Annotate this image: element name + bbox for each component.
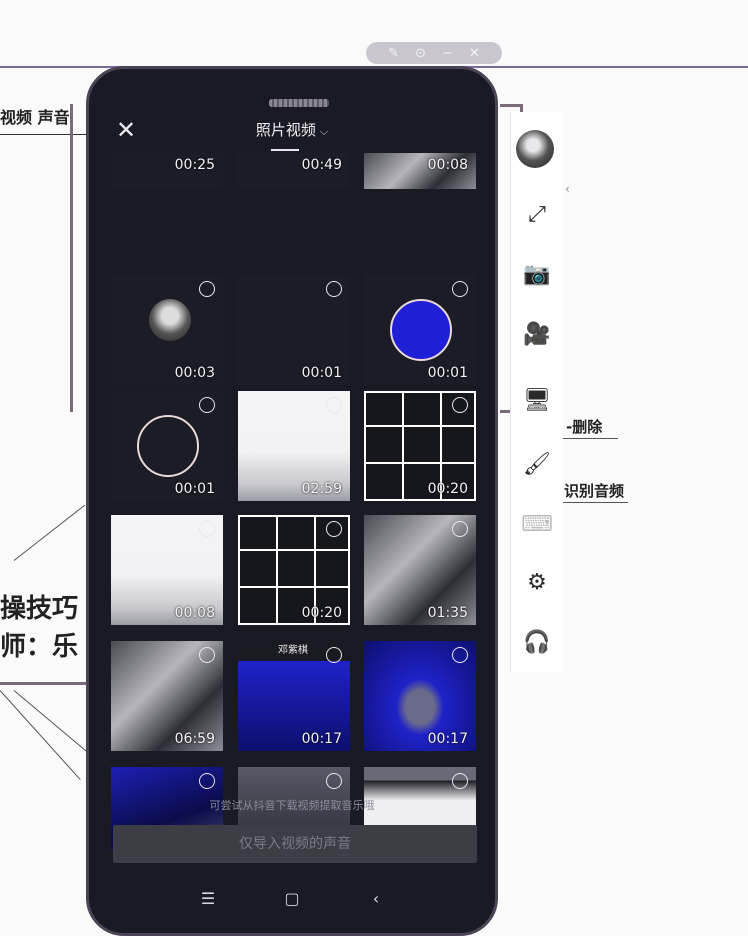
select-circle[interactable] [452, 521, 468, 537]
phone-frame: ✕ 照片视频 ⌵ 00:25 00:49 00:08 00:03 00:01 00:01 00… [86, 66, 498, 936]
media-item[interactable]: 00:03 [111, 275, 223, 385]
duration-label: 00:20 [427, 481, 468, 497]
select-circle[interactable] [326, 397, 342, 413]
duration-label: 00:01 [174, 481, 215, 497]
bg-tips-label: 操技巧 [0, 594, 79, 624]
duration-label: 06:59 [174, 731, 215, 747]
duration-label: 00:49 [301, 157, 342, 173]
duration-label: 02:59 [301, 481, 342, 497]
record-icon[interactable]: ⊙ [415, 46, 426, 61]
select-circle[interactable] [326, 281, 342, 297]
select-circle[interactable] [452, 397, 468, 413]
home-icon[interactable]: ▢ [282, 889, 302, 919]
camera-icon[interactable]: 📷 [519, 256, 555, 292]
circle-thumbnail [390, 299, 452, 361]
duration-label: 00:01 [301, 365, 342, 381]
chevron-down-icon: ⌵ [319, 125, 329, 138]
keyboard-icon[interactable]: ⌨ [519, 506, 555, 542]
edit-icon[interactable]: ✎ [388, 46, 399, 61]
bg-recognize-label: 识别音频 [564, 482, 625, 500]
select-circle[interactable] [326, 647, 342, 663]
bg-box-line [0, 134, 90, 135]
title-indicator [271, 149, 299, 151]
bg-top-text: 视频 声音 [0, 108, 70, 127]
chevron-left-icon[interactable]: ‹ [565, 182, 570, 196]
select-circle[interactable] [452, 281, 468, 297]
duration-label: 00:08 [427, 157, 468, 173]
media-item[interactable]: 01:35 [364, 515, 476, 625]
select-circle[interactable] [452, 773, 468, 789]
select-circle[interactable] [199, 281, 215, 297]
bg-box-bottom [0, 682, 90, 685]
duration-label: 01:35 [427, 605, 468, 621]
menu-icon[interactable]: ☰ [198, 889, 218, 919]
bg-bracket-left [70, 104, 73, 412]
back-icon[interactable]: ‹ [366, 889, 386, 919]
brush-icon[interactable]: 🖌 [519, 446, 555, 482]
bg-teacher-label: 师：乐 [0, 632, 79, 662]
right-toolbar: ‹ ⤢ 📷 🎥 🖥 🖌 ⌨ ⚙ 🎧 [510, 112, 570, 672]
close-window-icon[interactable]: ✕ [469, 46, 480, 61]
bg-delete-label: -删除 [566, 418, 603, 436]
bg-bracket-top [500, 104, 522, 107]
hint-text: 可尝试从抖音下载视频提取音乐哦 [209, 799, 375, 812]
duration-label: 00:25 [174, 157, 215, 173]
duration-label: 00:08 [174, 605, 215, 621]
screen-icon[interactable]: 🖥 [519, 382, 555, 418]
duration-label: 00:17 [427, 731, 468, 747]
import-audio-button[interactable]: 仅导入视频的声音 [113, 825, 477, 863]
fullscreen-icon[interactable]: ⤢ [519, 196, 555, 232]
media-item[interactable]: 00:49 [238, 153, 350, 189]
media-item[interactable]: 00:20 [364, 391, 476, 501]
duration-label: 00:03 [174, 365, 215, 381]
window-controls: ✎ ⊙ − ✕ [366, 42, 502, 64]
bg-delete-underline [560, 438, 618, 439]
media-item[interactable]: 00:20 [238, 515, 350, 625]
minimize-icon[interactable]: − [442, 46, 453, 61]
select-circle[interactable] [199, 397, 215, 413]
media-item[interactable]: 00:01 [238, 275, 350, 385]
speaker-grille [269, 99, 329, 107]
picker-title-text: 照片视频 [255, 121, 316, 139]
media-item[interactable]: 00:08 [364, 153, 476, 189]
thumbnail-caption: 邓紫棋 [278, 645, 308, 656]
select-circle[interactable] [199, 521, 215, 537]
duration-label: 00:01 [427, 365, 468, 381]
media-item[interactable]: 00:08 [111, 515, 223, 625]
media-item[interactable]: 00:25 [111, 153, 223, 189]
media-item[interactable]: 00:17 [364, 641, 476, 751]
avatar[interactable] [516, 130, 554, 168]
select-circle[interactable] [452, 647, 468, 663]
avatar-thumbnail [149, 299, 191, 341]
bg-connector-1 [13, 504, 86, 561]
media-item[interactable]: 邓紫棋 00:17 [238, 641, 350, 751]
select-circle[interactable] [326, 521, 342, 537]
media-item[interactable]: 06:59 [111, 641, 223, 751]
headset-icon[interactable]: 🎧 [519, 624, 555, 660]
media-item[interactable]: 00:01 [111, 391, 223, 501]
duration-label: 00:20 [301, 605, 342, 621]
settings-icon[interactable]: ⚙ [519, 564, 555, 600]
select-circle[interactable] [199, 647, 215, 663]
video-camera-icon[interactable]: 🎥 [519, 316, 555, 352]
bg-recognize-underline [560, 502, 628, 503]
media-item[interactable]: 02:59 [238, 391, 350, 501]
select-circle[interactable] [326, 773, 342, 789]
picker-title[interactable]: 照片视频 ⌵ [89, 119, 495, 140]
circle-thumbnail [137, 415, 199, 477]
select-circle[interactable] [199, 773, 215, 789]
duration-label: 00:17 [301, 731, 342, 747]
system-nav-bar: ☰ ▢ ‹ [89, 889, 495, 919]
media-item[interactable]: 00:01 [364, 275, 476, 385]
